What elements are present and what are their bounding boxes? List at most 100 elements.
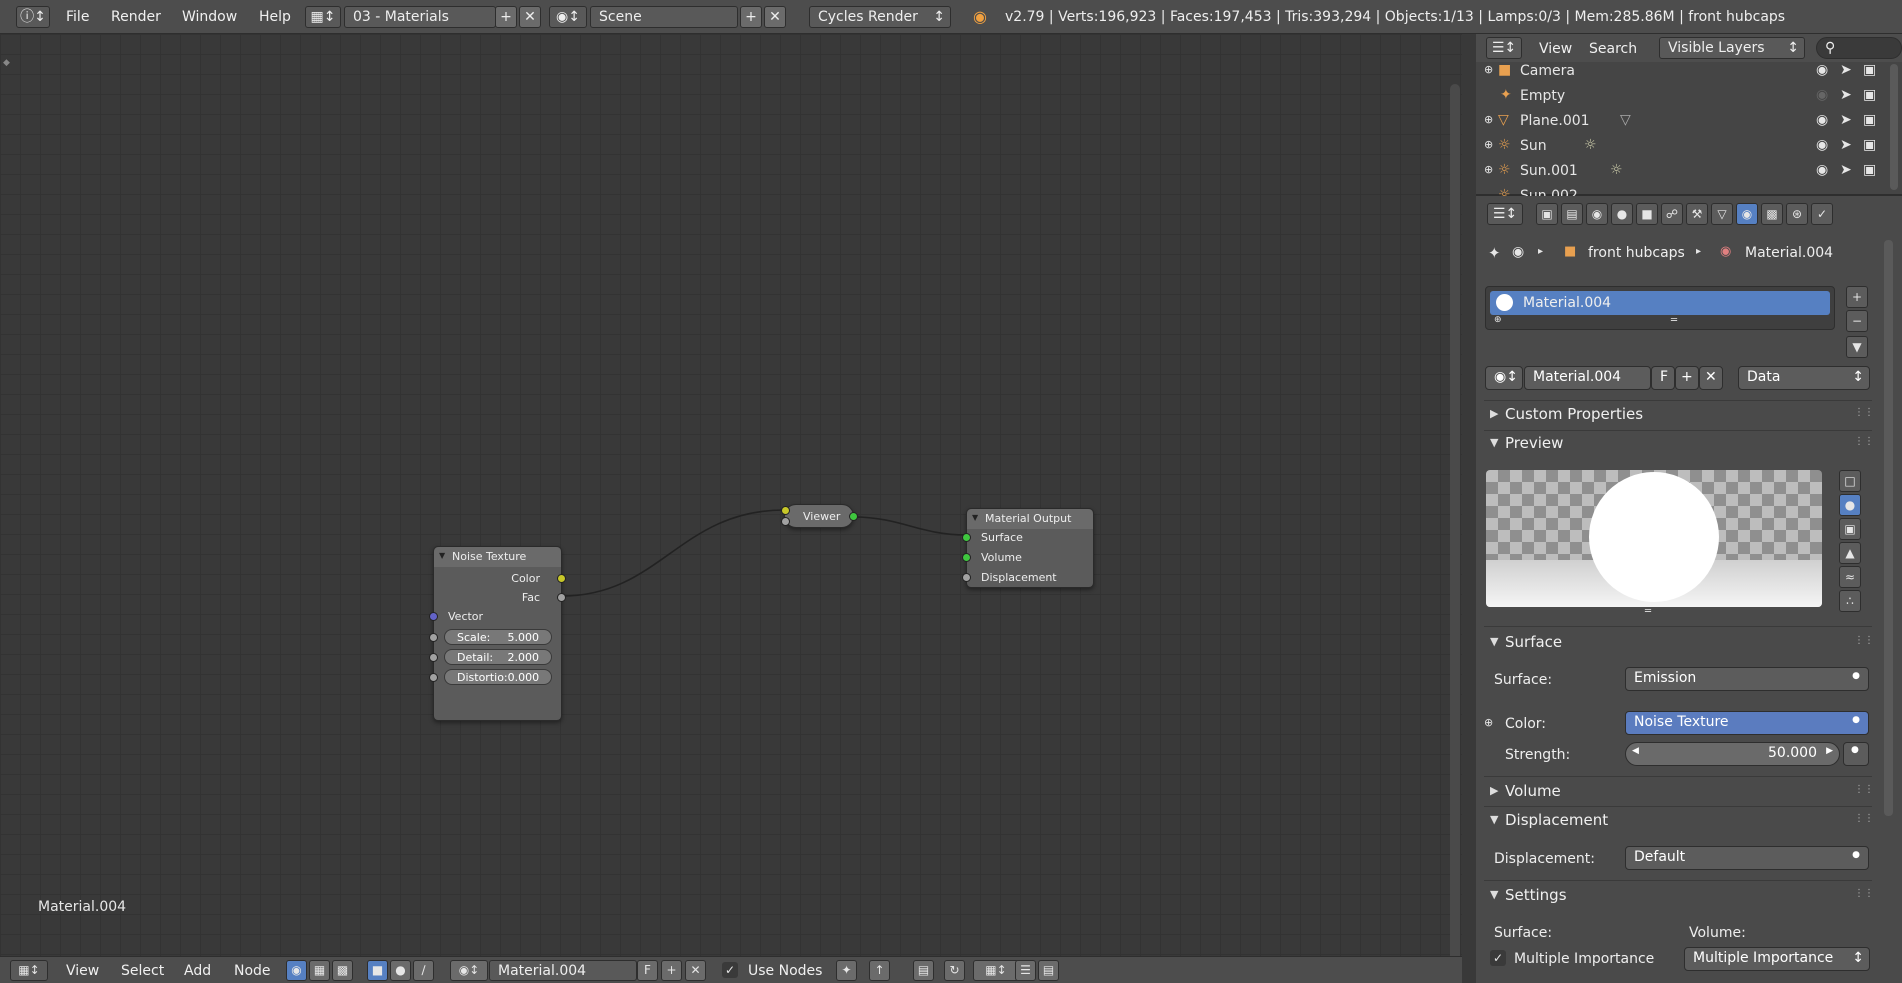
menu-node[interactable]: Node [234,963,271,979]
panel-header-displacement[interactable]: Displacement [1490,811,1608,829]
menu-select[interactable]: Select [121,963,164,979]
material-browse-icon[interactable]: ◉↕ [450,960,488,981]
noise-texture-node[interactable]: Noise Texture Color Fac Vector Scale: 5.0… [429,546,566,721]
input-volume-socket[interactable] [962,553,971,562]
outliner-row-camera[interactable]: ⊕ ■ Camera ◉ ➤ ▣ [1476,62,1896,82]
preview-cube-icon[interactable]: ▣ [1839,518,1861,540]
layout-add-icon[interactable]: + [495,6,517,28]
preview-hair-icon[interactable]: ≈ [1839,566,1861,588]
preview-monkey-icon[interactable]: ▲ [1839,542,1861,564]
outliner-row-empty[interactable]: ✦ Empty ◉ ➤ ▣ [1476,87,1896,107]
slot-remove-icon[interactable]: − [1846,310,1868,332]
preview-resize-icon[interactable]: ═ [1645,606,1651,617]
properties-scrollbar[interactable] [1884,240,1893,816]
menu-render[interactable]: Render [111,9,161,25]
layout-selector-icon[interactable]: ▦↕ [305,6,341,28]
strength-field[interactable]: ◀ 50.000 ▶ [1625,742,1840,766]
eye-icon[interactable]: ◉ [1816,62,1828,78]
input-detail-socket[interactable] [429,653,438,662]
noise-texture-header[interactable]: Noise Texture [434,547,561,567]
menu-help[interactable]: Help [259,9,291,25]
render-tab-icon[interactable]: ▣ [1536,203,1558,225]
eye-icon[interactable]: ◉ [1816,137,1828,153]
new-material-icon[interactable]: + [661,960,682,981]
render-icon[interactable]: ▣ [1863,162,1876,178]
outliner-row-sun[interactable]: ⊕ ☼ Sun ☼ ◉ ➤ ▣ [1476,137,1896,157]
preview-sphere-icon[interactable]: ● [1839,494,1861,516]
volume-sampling-dropdown[interactable]: Multiple Importance ↕ [1684,947,1870,971]
layout-remove-icon[interactable]: ✕ [519,6,541,28]
material-output-node[interactable]: Material Output Surface Volume Displacem… [962,508,1094,588]
editor-type-info-button[interactable]: ⓘ↕ [16,6,50,28]
drag-handle-icon[interactable]: ⋮⋮ [1854,436,1874,447]
outliner-row-plane[interactable]: ⊕ ▽ Plane.001 ▽ ◉ ➤ ▣ [1476,112,1896,132]
snap-icon[interactable]: ↻ [944,960,965,981]
copy-nodes-icon[interactable]: ☰ [1015,960,1036,981]
material-output-header[interactable]: Material Output [967,509,1093,529]
color-input-dropdown[interactable]: Noise Texture ● [1625,711,1869,735]
outliner-item-name[interactable]: Camera [1520,63,1575,79]
world-tab-icon[interactable]: ● [1611,203,1633,225]
eye-icon[interactable]: ◉ [1816,162,1828,178]
outliner-row-sun001[interactable]: ⊕ ☼ Sun.001 ☼ ◉ ➤ ▣ [1476,162,1896,182]
decrement-arrow-icon[interactable]: ◀ [1632,746,1639,756]
preview-spheres-icon[interactable]: ∴ [1839,590,1861,612]
outliner-menu-search[interactable]: Search [1589,41,1637,57]
input-scale-socket[interactable] [429,633,438,642]
material-slot-name[interactable]: Material.004 [1523,295,1611,311]
preview-flat-icon[interactable]: □ [1839,470,1861,492]
modifiers-tab-icon[interactable]: ⚒ [1686,203,1708,225]
layout-name-field[interactable]: 03 - Materials [344,6,496,28]
panel-header-settings[interactable]: Settings [1490,886,1566,904]
outliner-search-input[interactable]: ⚲ [1816,37,1902,59]
input-distortion-socket[interactable] [429,673,438,682]
expand-icon[interactable]: ⊕ [1484,63,1493,76]
eye-icon[interactable]: ◉ [1816,87,1828,103]
properties-editor-type-icon[interactable]: ☰↕ [1487,203,1523,225]
drag-handle-icon[interactable]: ⋮⋮ [1854,888,1874,899]
slot-menu-icon[interactable]: ▼ [1846,336,1868,358]
outliner-filter-dropdown[interactable]: Visible Layers ↕ [1659,37,1805,59]
viewer-input-fac-socket[interactable] [781,517,790,526]
node-material-name-field[interactable]: Material.004 [489,960,637,981]
cursor-icon[interactable]: ➤ [1840,137,1852,153]
displacement-dropdown[interactable]: Default ● [1625,846,1869,870]
scene-tab-icon[interactable]: ◉ [1586,203,1608,225]
render-icon[interactable]: ▣ [1863,62,1876,78]
world-shader-icon[interactable]: ● [390,960,411,981]
texture-tab-icon[interactable]: ▩ [1761,203,1783,225]
viewer-node[interactable]: Viewer [781,504,858,528]
outliner-scrollbar[interactable] [1890,64,1898,190]
unlink-material-icon[interactable]: ✕ [1699,366,1723,390]
paste-nodes-icon[interactable]: ▤ [1038,960,1059,981]
texture-nodes-icon[interactable]: ▩ [332,960,353,981]
object-shader-icon[interactable]: ■ [367,960,388,981]
outliner-row-sun002[interactable]: ☼ Sun.002 [1476,187,1896,196]
constraints-tab-icon[interactable]: ☍ [1661,203,1683,225]
output-color-socket[interactable] [557,574,566,583]
material-tab-icon[interactable]: ◉ [1736,203,1758,225]
render-icon[interactable]: ▣ [1863,87,1876,103]
viewer-input-color-socket[interactable] [781,506,790,515]
new-material-icon[interactable]: + [1675,366,1699,390]
detail-field[interactable]: Detail: 2.000 [444,649,552,665]
fake-user-button[interactable]: F [637,960,658,981]
cursor-icon[interactable]: ➤ [1840,62,1852,78]
outliner-menu-view[interactable]: View [1539,41,1572,57]
material-name-field[interactable]: Material.004 [1524,366,1651,390]
input-vector-socket[interactable] [429,612,438,621]
outliner-editor-type-icon[interactable]: ☰↕ [1486,37,1522,59]
backdrop-icon[interactable]: ▤ [913,960,934,981]
distortion-field[interactable]: Distortio: 0.000 [444,669,552,685]
menu-view[interactable]: View [66,963,99,979]
shader-nodes-icon[interactable]: ◉ [286,960,307,981]
multiple-importance-checkbox[interactable]: ✓ [1490,950,1506,966]
expand-icon[interactable]: ⊕ [1484,163,1493,176]
physics-tab-icon[interactable]: ✓ [1811,203,1833,225]
increment-arrow-icon[interactable]: ▶ [1826,746,1833,756]
unlink-material-icon[interactable]: ✕ [685,960,706,981]
pin-icon[interactable]: ✦ [1488,244,1501,262]
data-tab-icon[interactable]: ▽ [1711,203,1733,225]
material-browse-dropdown[interactable]: ◉↕ [1485,366,1523,390]
linestyle-shader-icon[interactable]: ∕ [413,960,434,981]
